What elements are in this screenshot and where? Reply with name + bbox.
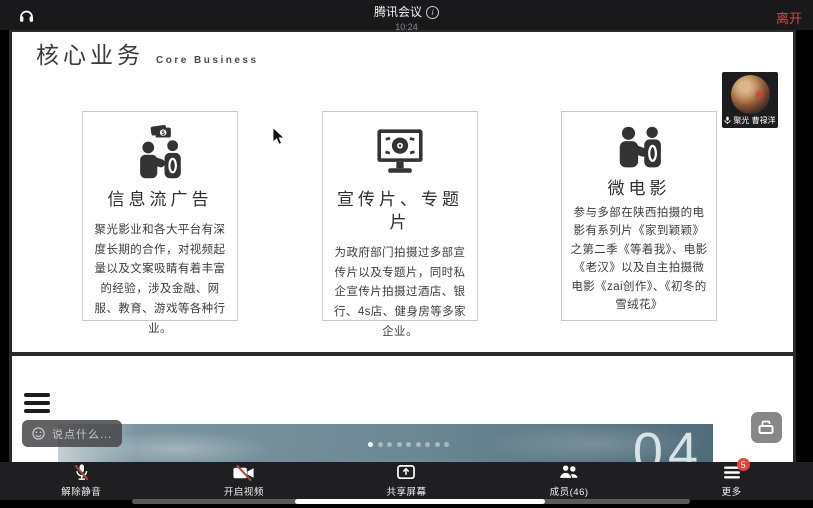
business-card-micro-film: 微电影 参与多部在陕西拍摄的电影有系列片《家到颖颖》之第二季《等着我》、电影《老… — [561, 111, 717, 321]
svg-text:$: $ — [161, 130, 165, 137]
card-body: 为政府部门拍摄过多部宣传片以及专题片，同时私企宣传片拍摄过酒店、银行、4s店、健… — [330, 244, 470, 343]
site-menu-icon — [24, 393, 50, 417]
carousel-dot — [406, 442, 411, 447]
slide-heading-en: Core Business — [156, 55, 259, 66]
participant-video-thumbnail[interactable]: 聚光 曹禄洋 — [722, 72, 778, 128]
camera-off-icon — [232, 464, 256, 481]
slide-page-number: 04 — [633, 424, 703, 464]
bottom-strip — [0, 500, 813, 508]
card-body: 参与多部在陕西拍摄的电影有系列片《家到颖颖》之第二季《等着我》、电影《老汉》以及… — [569, 204, 709, 314]
card-title: 宣传片、专题片 — [330, 189, 470, 235]
participant-name: 聚光 曹禄洋 — [733, 115, 775, 126]
members-button[interactable]: 成员(46) — [488, 462, 651, 500]
carousel-dot — [444, 442, 449, 447]
carousel-dot — [425, 442, 430, 447]
leave-meeting-button[interactable]: 离开 — [776, 8, 802, 27]
meeting-top-bar: 腾讯会议 i 10:24 离开 — [0, 0, 813, 30]
handshake-money-icon: $ — [131, 124, 189, 180]
business-card-feed-ads: $ 信息流广告 聚光影业和各大平台有深度长期的合作，对视频起量以及文案吸睛有着丰… — [82, 111, 238, 321]
meeting-info-icon[interactable]: i — [426, 6, 439, 19]
share-screen-button[interactable]: 共享屏幕 — [325, 462, 488, 500]
members-icon — [557, 464, 581, 481]
tool-label: 开启视频 — [224, 484, 264, 498]
more-notification-badge: 5 — [737, 458, 750, 471]
chat-input-bubble[interactable]: 说点什么... — [22, 420, 122, 447]
meeting-title: 腾讯会议 — [374, 6, 422, 18]
card-body: 聚光影业和各大平台有深度长期的合作，对视频起量以及文案吸睛有着丰富的经验，涉及金… — [90, 221, 230, 340]
carousel-dot — [378, 442, 383, 447]
meeting-time: 10:24 — [0, 23, 813, 32]
home-indicator-bar — [295, 499, 545, 504]
tool-label: 共享屏幕 — [386, 484, 426, 498]
carousel-dot — [368, 442, 373, 447]
smiley-icon — [32, 427, 45, 440]
start-video-button[interactable]: 开启视频 — [163, 462, 326, 500]
tool-label: 解除静音 — [61, 484, 101, 498]
slide-heading: 核心业务 Core Business — [36, 36, 259, 70]
tool-label: 成员(46) — [550, 484, 589, 498]
microphone-muted-icon — [71, 464, 92, 481]
shared-screen-content: 核心业务 Core Business $ 信息流广告 — [9, 30, 796, 464]
more-lines-icon: 5 — [723, 464, 741, 481]
layout-switch-button[interactable] — [751, 412, 782, 443]
meeting-toolbar: 解除静音 开启视频 共享屏幕 — [0, 462, 813, 500]
card-title: 信息流广告 — [108, 189, 213, 212]
carousel-dot — [397, 442, 402, 447]
monitor-camera-icon — [371, 124, 429, 180]
carousel-dot — [387, 442, 392, 447]
unmute-button[interactable]: 解除静音 — [0, 462, 163, 500]
tool-label: 更多 — [722, 484, 742, 498]
slide-heading-zh: 核心业务 — [36, 36, 144, 70]
participant-avatar — [731, 75, 770, 114]
business-card-promo-films: 宣传片、专题片 为政府部门拍摄过多部宣传片以及专题片，同时私企宣传片拍摄过酒店、… — [322, 111, 478, 321]
tencent-meeting-app: 腾讯会议 i 10:24 离开 核心业务 Core Business $ — [0, 0, 813, 508]
carousel-dot — [416, 442, 421, 447]
carousel-dots — [368, 442, 449, 447]
share-screen-icon — [396, 464, 416, 481]
carousel-dot — [435, 442, 440, 447]
hero-carousel-image: 04 — [58, 424, 713, 464]
more-button[interactable]: 5 更多 — [650, 462, 813, 500]
floating-window-icon — [757, 419, 776, 436]
handshake-icon — [611, 124, 667, 174]
microphone-icon — [724, 116, 731, 125]
chat-placeholder: 说点什么... — [52, 426, 112, 442]
slide-section-divider — [12, 352, 793, 356]
card-title: 微电影 — [608, 178, 671, 201]
